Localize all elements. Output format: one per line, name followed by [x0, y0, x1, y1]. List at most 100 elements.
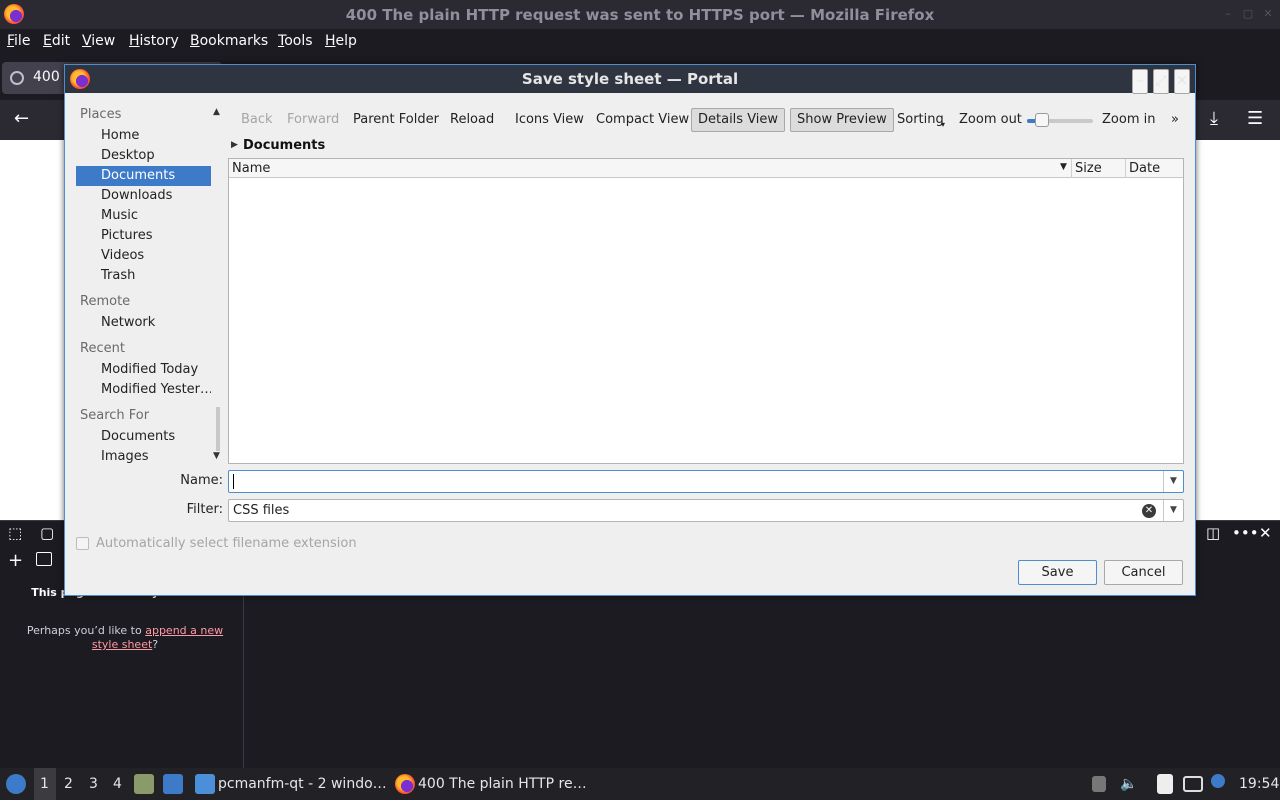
place-modified-yesterday[interactable]: Modified Yester… [76, 380, 211, 400]
volume-icon[interactable]: 🔈 [1120, 776, 1137, 792]
element-picker-icon[interactable]: ⬚ [8, 524, 22, 542]
zoom-slider-handle[interactable] [1035, 113, 1049, 127]
network-icon[interactable] [1183, 776, 1203, 792]
places-scrollbar[interactable]: ▲ ▼ [212, 107, 224, 463]
reload-button[interactable]: Reload [444, 108, 500, 132]
close-icon[interactable]: ✕ [1262, 8, 1274, 20]
place-home[interactable]: Home [76, 126, 211, 146]
save-stylesheet-dialog: Save style sheet — Portal – ⤢ ✕ Places H… [64, 64, 1196, 596]
filter-label: Filter: [175, 502, 223, 517]
devtools-close-icon[interactable]: ✕ [1259, 524, 1272, 542]
cancel-button[interactable]: Cancel [1104, 560, 1183, 585]
details-view-button[interactable]: Details View [691, 108, 786, 132]
folder-icon [195, 774, 215, 794]
task-firefox[interactable]: 400 The plain HTTP re… [418, 776, 587, 792]
show-desktop-icon[interactable] [163, 774, 183, 794]
column-date[interactable]: Date [1129, 161, 1160, 176]
clear-filter-icon[interactable]: ✕ [1142, 504, 1156, 518]
globe-icon [10, 71, 24, 85]
column-size[interactable]: Size [1075, 161, 1102, 176]
search-documents[interactable]: Documents [76, 427, 211, 447]
parent-folder-button[interactable]: Parent Folder [347, 108, 445, 132]
responsive-icon[interactable]: ▢ [40, 524, 54, 542]
place-downloads[interactable]: Downloads [76, 186, 211, 206]
new-stylesheet-icon[interactable]: + [8, 550, 23, 571]
column-separator [1071, 159, 1072, 178]
toolbar-overflow-icon[interactable]: » [1165, 108, 1185, 132]
dialog-titlebar: Save style sheet — Portal – ⤢ ✕ [65, 65, 1195, 94]
place-desktop[interactable]: Desktop [76, 146, 211, 166]
forward-button[interactable]: Forward [281, 108, 345, 132]
search-images[interactable]: Images [76, 447, 211, 463]
text-caret [233, 474, 234, 489]
filter-value: CSS files [233, 503, 290, 518]
download-icon[interactable]: ⤓ [1210, 108, 1218, 129]
filter-combobox[interactable]: CSS files ✕ ▼ [228, 499, 1184, 522]
dialog-maximize-icon[interactable]: ⤢ [1153, 69, 1169, 94]
hint-suffix: ? [152, 638, 159, 651]
menu-bookmarks[interactable]: Bookmarks [190, 33, 268, 49]
menu-help[interactable]: Help [325, 33, 357, 49]
scroll-up-icon[interactable]: ▲ [213, 107, 220, 117]
more-options-icon[interactable]: ••• [1232, 524, 1259, 542]
zoom-in-button[interactable]: Zoom in [1096, 108, 1161, 132]
dock-icon[interactable]: ◫ [1206, 524, 1220, 542]
zoom-out-button[interactable]: Zoom out [953, 108, 1028, 132]
icons-view-button[interactable]: Icons View [509, 108, 590, 132]
file-manager-icon[interactable] [134, 774, 154, 794]
breadcrumb-documents[interactable]: Documents [243, 138, 325, 153]
compact-view-button[interactable]: Compact View [590, 108, 695, 132]
place-videos[interactable]: Videos [76, 246, 211, 266]
workspace-2[interactable]: 2 [64, 776, 73, 792]
breadcrumb-arrow-icon[interactable]: ▶ [231, 140, 238, 150]
import-stylesheet-icon[interactable] [36, 552, 52, 566]
hamburger-menu-icon[interactable]: ☰ [1247, 108, 1263, 129]
show-preview-button[interactable]: Show Preview [790, 108, 894, 132]
filter-dropdown-icon[interactable]: ▼ [1163, 500, 1183, 521]
menu-view[interactable]: View [82, 33, 115, 49]
filename-field[interactable]: ▼ [228, 470, 1184, 493]
menu-tools[interactable]: Tools [278, 33, 313, 49]
scrollbar-track[interactable] [216, 407, 220, 451]
filename-input[interactable] [231, 472, 1159, 491]
firefox-titlebar: 400 The plain HTTP request was sent to H… [0, 0, 1280, 29]
dialog-minimize-icon[interactable]: – [1132, 69, 1148, 94]
file-list[interactable]: Name ▼ Size Date [228, 158, 1184, 464]
clock: 19:54 [1239, 776, 1280, 792]
minimize-icon[interactable]: – [1222, 8, 1234, 20]
column-name[interactable]: Name [232, 161, 270, 176]
back-arrow-icon[interactable]: ← [14, 108, 29, 129]
save-button[interactable]: Save [1018, 560, 1097, 585]
place-pictures[interactable]: Pictures [76, 226, 211, 246]
places-sidebar: Places Home Desktop Documents Downloads … [76, 105, 211, 463]
update-icon[interactable] [1211, 774, 1225, 788]
remote-header: Remote [80, 294, 131, 309]
workspace-4[interactable]: 4 [113, 776, 122, 792]
sort-indicator-icon: ▼ [1060, 162, 1067, 172]
place-modified-today[interactable]: Modified Today [76, 360, 211, 380]
back-button[interactable]: Back [235, 108, 279, 132]
dialog-close-icon[interactable]: ✕ [1174, 69, 1190, 94]
filename-history-dropdown-icon[interactable]: ▼ [1163, 471, 1183, 492]
start-menu-icon[interactable] [6, 774, 26, 794]
filter-label-text: Filter: [186, 502, 223, 517]
menu-edit[interactable]: Edit [43, 33, 70, 49]
place-documents[interactable]: Documents [76, 166, 211, 186]
workspace-3[interactable]: 3 [89, 776, 98, 792]
dialog-title: Save style sheet — Portal [521, 70, 739, 88]
menu-file[interactable]: File [7, 33, 30, 49]
menu-history[interactable]: History [129, 33, 179, 49]
workspace-1[interactable]: 1 [40, 776, 49, 792]
sorting-dropdown-icon: ▾ [941, 120, 946, 129]
place-trash[interactable]: Trash [76, 266, 211, 286]
place-network[interactable]: Network [76, 313, 211, 333]
autoselect-extension-checkbox[interactable] [76, 537, 89, 550]
task-pcmanfm[interactable]: pcmanfm-qt - 2 windo… [218, 776, 387, 792]
scroll-down-icon[interactable]: ▼ [213, 451, 220, 461]
clipboard-icon[interactable] [1157, 774, 1173, 794]
firefox-window-title: 400 The plain HTTP request was sent to H… [345, 6, 935, 24]
tray-up-icon[interactable] [1092, 776, 1106, 792]
maximize-icon[interactable]: ▢ [1242, 8, 1254, 20]
place-music[interactable]: Music [76, 206, 211, 226]
column-separator [1125, 159, 1126, 178]
